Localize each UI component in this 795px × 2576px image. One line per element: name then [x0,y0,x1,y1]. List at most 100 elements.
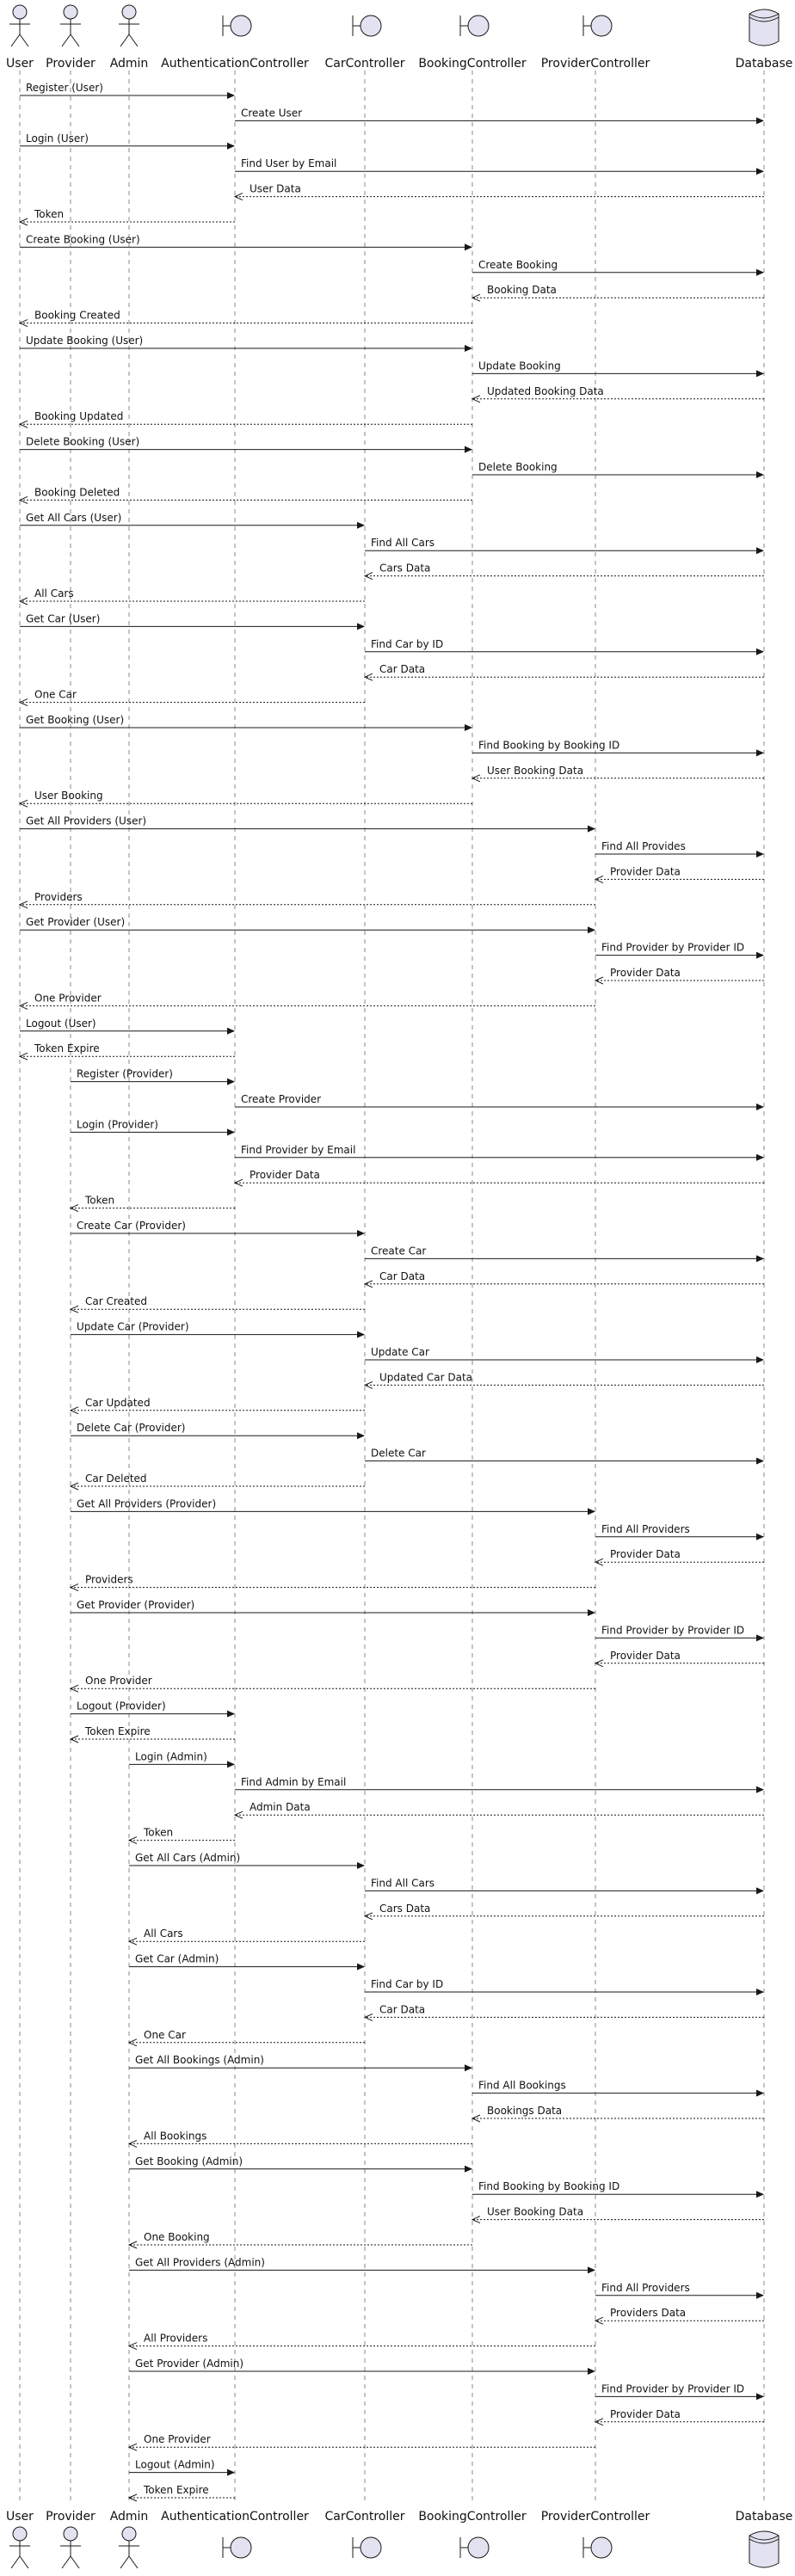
message: Get All Bookings (Admin) [129,2054,472,2072]
arrowhead-icon [227,1027,235,1035]
arrowhead-icon [227,1710,235,1718]
participant-db-top: Database [736,9,792,71]
message: Find All Cars [365,537,764,555]
participant-provider-bottom: Provider [46,2510,96,2569]
actor-icon [60,2526,81,2569]
participant-car-bottom: CarController [325,2510,405,2559]
arrowhead-icon [756,268,764,276]
arrowhead-icon [756,370,764,378]
arrowhead-icon [588,1609,595,1616]
message: Find Provider by Email [235,1144,764,1161]
message: Delete Car [365,1448,764,1465]
message-label: Find User by Email [241,157,336,169]
participant-name: ProviderController [541,57,650,71]
arrowhead-icon [756,1989,764,1995]
message-label: Get Booking (Admin) [135,2155,243,2167]
message: Booking Data [471,284,764,302]
message: Get All Providers (Admin) [129,2256,595,2274]
message: Delete Booking (User) [20,436,472,453]
arrowhead-icon [756,2291,764,2299]
message-label: Get Provider (User) [26,916,125,928]
message-label: Find Admin by Email [241,1776,346,1788]
message: Get All Providers (User) [20,815,595,833]
arrowhead-icon [465,345,472,352]
message-label: Find All Cars [371,537,434,549]
message: Cars Data [363,1903,764,1921]
database-icon [749,9,780,46]
boundary-icon [222,2536,252,2559]
message: User Data [233,183,764,201]
message-label: Find Car by ID [371,1978,443,1990]
message-label: Logout (Admin) [135,2459,215,2471]
message: Token Expire [18,1042,235,1061]
message-label: Token Expire [34,1042,100,1054]
message: All Cars [18,587,365,606]
message-label: Find Provider by Provider ID [601,942,744,954]
message-label: Get Provider (Admin) [135,2358,243,2370]
participant-name: AuthenticationController [161,57,309,71]
message-label: Booking Created [34,310,120,322]
participant-booking-top: BookingController [418,15,527,71]
arrowhead-icon [756,2089,764,2097]
message: Car Data [363,1270,764,1288]
participant-name: Provider [46,57,96,71]
message: Find Car by ID [365,1978,764,1995]
message: Register (User) [20,82,235,99]
message-label: Find All Providers [601,2282,690,2294]
message: Find All Providers [595,1523,764,1540]
message: Admin Data [233,1801,764,1819]
arrowhead-icon [357,1432,365,1440]
arrowhead-icon [756,1533,764,1540]
participant-name: Database [736,2510,793,2524]
message-label: Provider Data [610,967,681,979]
message-label: Update Car (Provider) [77,1321,189,1333]
arrowhead-icon [588,926,595,934]
message-label: Provider Data [610,1548,681,1560]
message: Find All Provides [595,840,764,858]
arrowhead-icon [227,2468,235,2476]
participant-user-bottom: User [6,2510,34,2569]
message: Car Data [363,663,764,681]
message-label: Token [84,1195,114,1207]
message: Logout (User) [20,1017,235,1035]
arrowhead-icon [588,2368,595,2375]
message: One Provider [18,992,595,1010]
message-label: Create Car (Provider) [77,1220,186,1232]
message-label: Delete Booking [478,461,558,473]
arrowhead-icon [227,1761,235,1768]
arrowhead-icon [756,471,764,478]
message-label: Booking Deleted [34,486,120,498]
message: Find User by Email [235,157,764,175]
participant-auth-top: AuthenticationController [161,15,309,71]
message-label: Providers [34,891,83,903]
arrowhead-icon [756,648,764,655]
arrowhead-icon [756,1634,764,1642]
message-label: All Cars [144,1927,183,1940]
message-label: Provider Data [250,1169,320,1181]
message: One Car [127,2029,365,2047]
message-label: Get All Providers (Provider) [77,1497,216,1509]
actor-icon [60,4,81,47]
message-label: Find Provider by Provider ID [601,1624,744,1636]
message: Get Booking (Admin) [129,2155,472,2173]
message-label: Get All Providers (User) [26,815,146,827]
boundary-icon [222,15,252,37]
arrowhead-icon [756,1153,764,1161]
message-label: Car Data [379,1270,425,1282]
message: Login (Provider) [71,1118,235,1136]
message: Create Booking [472,259,764,276]
message-label: Provider Data [610,865,681,877]
arrowhead-icon [357,1862,365,1869]
message-label: One Booking [144,2231,210,2243]
boundary-icon [582,15,613,37]
message: Find Car by ID [365,638,764,655]
message: Token Expire [69,1725,235,1743]
message-label: Register (Provider) [77,1068,173,1080]
arrowhead-icon [756,547,764,555]
arrowhead-icon [465,724,472,731]
arrowhead-icon [756,1104,764,1110]
arrowhead-icon [756,2191,764,2198]
message-label: Create User [241,107,302,119]
participant-name: Admin [110,57,149,71]
database-icon [749,2530,780,2568]
